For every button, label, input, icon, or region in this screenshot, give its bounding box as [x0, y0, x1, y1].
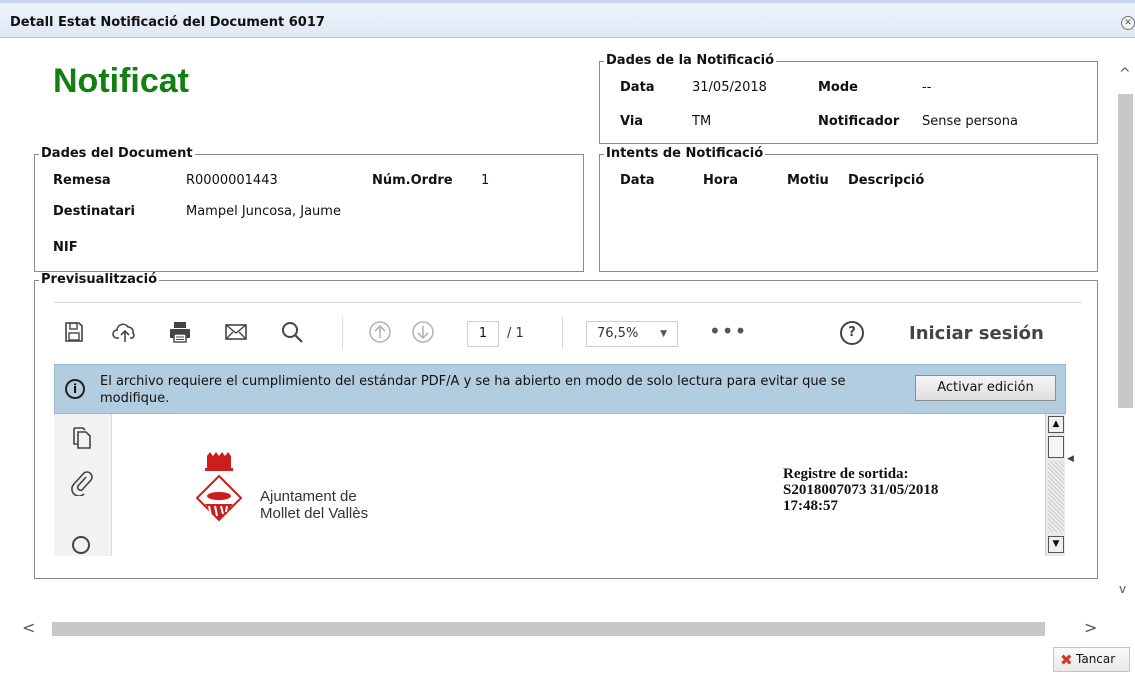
chevron-right-icon[interactable]: >: [1084, 618, 1097, 637]
viewer-side-panel: ◀: [54, 414, 123, 556]
page-total: / 1: [507, 326, 524, 341]
preview-legend: Previsualització: [41, 272, 158, 287]
notification-via-label: Via: [620, 114, 644, 129]
scroll-down-button[interactable]: ▼: [1048, 536, 1064, 553]
pdfa-info-bar: i El archivo requiere el cumplimiento de…: [54, 364, 1066, 414]
document-data-legend: Dades del Document: [41, 146, 193, 161]
order-number-value: 1: [481, 173, 490, 188]
pdf-viewer: 1 / 1 76,5% ▼ ••• ? Iniciar sesión i El …: [54, 302, 1081, 556]
pdf-page: Ajuntament de Mollet del Vallès Registre…: [113, 414, 1045, 556]
cancel-x-icon: ✖: [1060, 651, 1073, 669]
enable-editing-button[interactable]: Activar edición: [915, 375, 1056, 401]
remesa-label: Remesa: [53, 173, 111, 188]
dialog-vertical-scrollbar[interactable]: ^ v: [1116, 62, 1135, 617]
close-icon[interactable]: ✕: [1121, 16, 1135, 30]
pdf-vertical-scrollbar[interactable]: ▲ ▼: [1045, 414, 1065, 556]
horizontal-scroll-thumb[interactable]: [52, 622, 1045, 636]
pdfa-info-text: El archivo requiere el cumplimiento del …: [100, 374, 846, 406]
notification-notifier-label: Notificador: [818, 114, 900, 129]
dialog-title: Detall Estat Notificació del Document 60…: [10, 15, 325, 30]
page-up-icon[interactable]: [368, 320, 394, 346]
print-icon[interactable]: [168, 320, 194, 346]
registry-stamp-line-3: 17:48:57: [783, 498, 838, 514]
attempts-col-description: Descripció: [848, 173, 925, 188]
close-button[interactable]: ✖ Tancar: [1053, 647, 1130, 672]
chevron-down-icon: ▼: [660, 329, 667, 339]
attempts-col-date: Data: [620, 173, 655, 188]
order-number-label: Núm.Ordre: [372, 173, 453, 188]
dialog-horizontal-scrollbar[interactable]: < >: [18, 618, 1105, 640]
registry-stamp: Registre de sortida: S2018007073 31/05/2…: [783, 466, 938, 514]
registry-stamp-line-1: Registre de sortida:: [783, 466, 909, 482]
remesa-value: R0000001443: [186, 173, 278, 188]
viewer-toolbar: 1 / 1 76,5% ▼ ••• ? Iniciar sesión: [54, 302, 1081, 365]
notification-mode-value: --: [922, 80, 932, 95]
registry-stamp-line-2: S2018007073 31/05/2018: [783, 482, 939, 498]
notification-via-value: TM: [692, 114, 712, 129]
page-down-icon[interactable]: [411, 320, 437, 346]
save-icon[interactable]: [62, 320, 88, 346]
upload-icon[interactable]: [112, 320, 138, 346]
zoom-select[interactable]: 76,5% ▼: [586, 321, 678, 347]
dialog-title-bar: Detall Estat Notificació del Document 60…: [0, 0, 1135, 38]
page-number-input[interactable]: 1: [467, 321, 499, 347]
attempts-col-time: Hora: [703, 173, 738, 188]
notification-data-panel: Dades de la Notificació: [599, 54, 1098, 144]
nif-label: NIF: [53, 240, 78, 255]
organization-name-line-2: Mollet del Vallès: [260, 505, 369, 522]
info-icon: i: [65, 379, 85, 399]
chevron-down-icon[interactable]: v: [1119, 582, 1126, 596]
dialog-scroll-thumb[interactable]: [1118, 94, 1133, 408]
notification-attempts-legend: Intents de Notificació: [606, 146, 764, 161]
search-icon[interactable]: [280, 320, 306, 346]
recipient-label: Destinatari: [53, 204, 135, 219]
notification-date-value: 31/05/2018: [692, 80, 767, 95]
organization-name-line-1: Ajuntament de: [260, 488, 357, 505]
scroll-thumb[interactable]: [1048, 436, 1064, 458]
toolbar-divider: [342, 317, 343, 349]
pages-icon[interactable]: [70, 426, 94, 456]
search-panel-icon[interactable]: [70, 534, 94, 560]
recipient-value: Mampel Juncosa, Jaume: [186, 204, 341, 219]
mail-icon[interactable]: [224, 320, 250, 346]
notification-data-legend: Dades de la Notificació: [606, 53, 775, 68]
chevron-up-icon[interactable]: ^: [1119, 66, 1131, 82]
more-options-icon[interactable]: •••: [709, 319, 747, 343]
zoom-value: 76,5%: [597, 326, 639, 341]
expand-right-icon[interactable]: ◀: [1067, 454, 1074, 464]
chevron-left-icon[interactable]: <: [22, 618, 35, 637]
help-icon[interactable]: ?: [840, 321, 864, 345]
toolbar-divider: [562, 317, 563, 349]
organization-name: Ajuntament de Mollet del Vallès: [260, 488, 368, 522]
notification-date-label: Data: [620, 80, 655, 95]
mollet-crest-logo: [193, 452, 245, 542]
close-button-label: Tancar: [1076, 652, 1116, 666]
sign-in-button[interactable]: Iniciar sesión: [909, 323, 1044, 344]
scroll-track[interactable]: [1048, 462, 1064, 532]
scroll-up-button[interactable]: ▲: [1048, 416, 1064, 433]
attachment-icon[interactable]: [70, 470, 94, 500]
notification-mode-label: Mode: [818, 80, 858, 95]
notification-status: Notificat: [53, 62, 189, 100]
attempts-col-reason: Motiu: [787, 173, 829, 188]
notification-attempts-panel: Intents de Notificació: [599, 147, 1098, 272]
notification-notifier-value: Sense persona: [922, 114, 1018, 129]
